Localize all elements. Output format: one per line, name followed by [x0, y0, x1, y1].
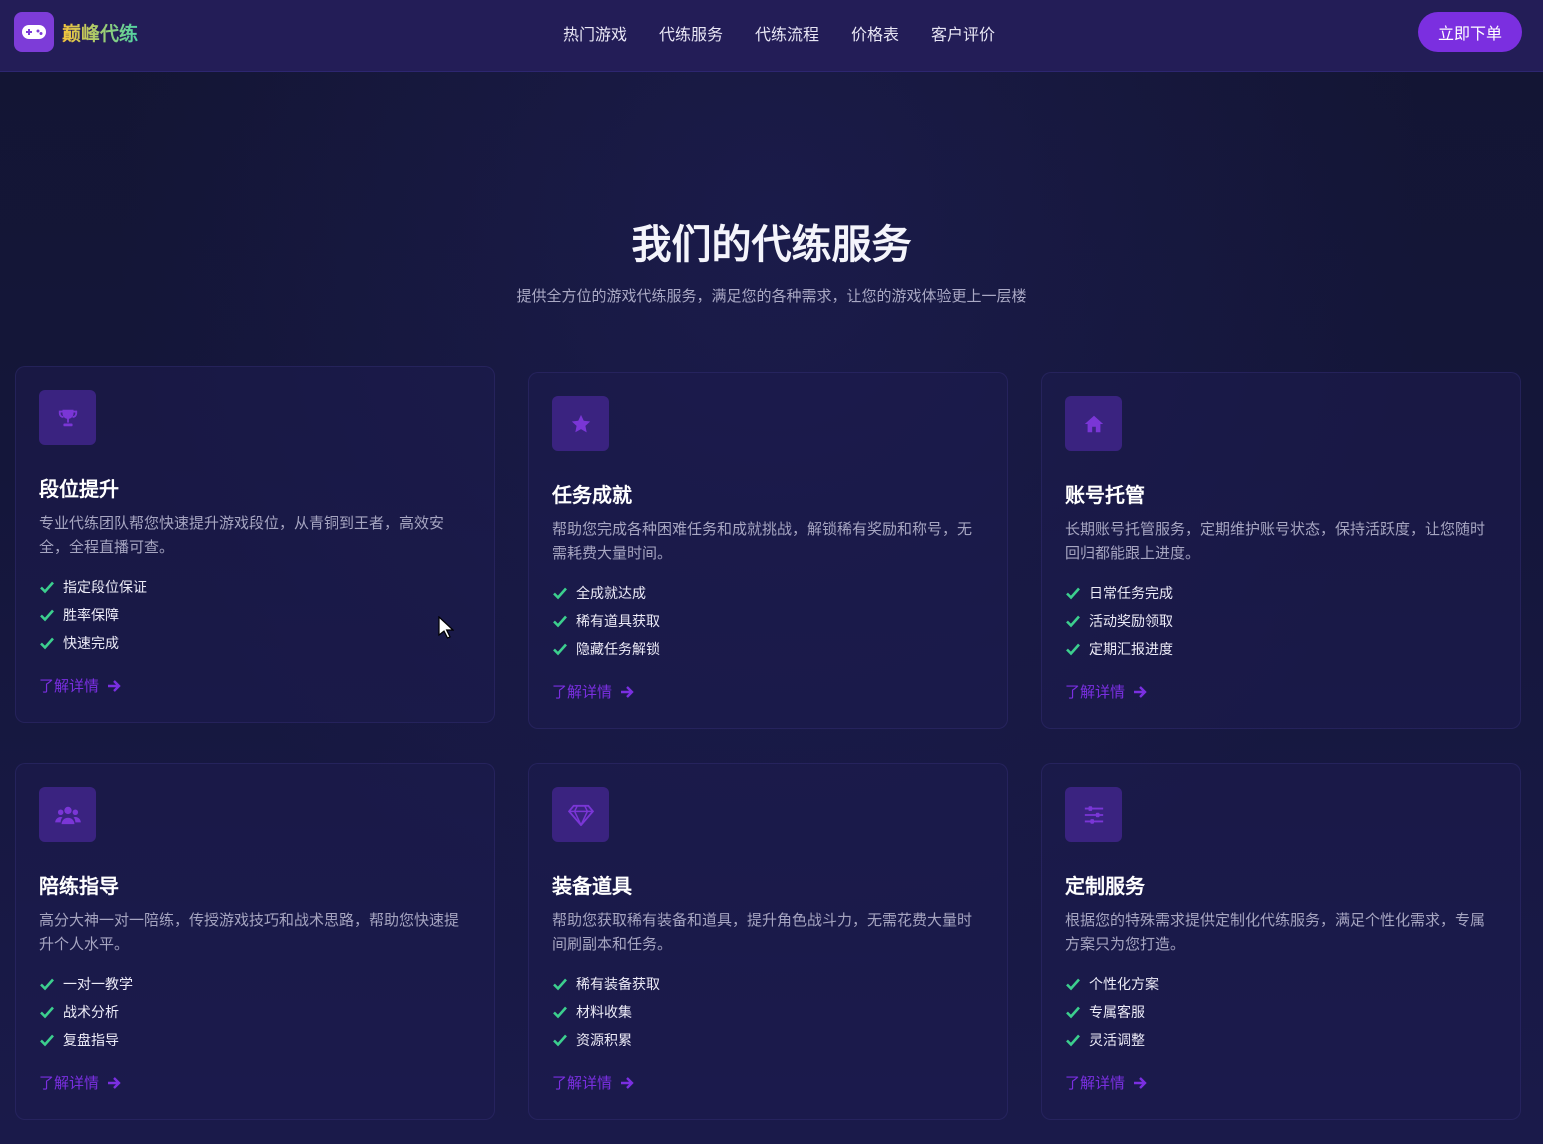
- learn-more-link[interactable]: 了解详情: [552, 681, 634, 702]
- feature-item: 活动奖励领取: [1065, 607, 1173, 635]
- feature-list: 指定段位保证 胜率保障 快速完成: [39, 573, 147, 657]
- nav-item-pricing[interactable]: 价格表: [851, 21, 899, 45]
- feature-item: 灵活调整: [1065, 1026, 1159, 1054]
- feature-item: 全成就达成: [552, 579, 660, 607]
- order-now-button[interactable]: 立即下单: [1418, 12, 1522, 52]
- service-title: 任务成就: [552, 483, 632, 507]
- service-description: 专业代练团队帮您快速提升游戏段位，从青铜到王者，高效安全，全程直播可查。: [39, 514, 445, 556]
- service-title: 陪练指导: [39, 874, 119, 898]
- service-card-coaching: 陪练指导 高分大神一对一陪练，传授游戏技巧和战术思路，帮助您快速提升个人水平。 …: [15, 763, 495, 1120]
- feature-item: 稀有道具获取: [552, 607, 660, 635]
- feature-item: 一对一教学: [39, 970, 133, 998]
- arrow-right-icon: [1133, 685, 1147, 699]
- section-title: 我们的代练服务: [631, 222, 912, 268]
- service-description: 根据您的特殊需求提供定制化代练服务，满足个性化需求，专属方案只为您打造。: [1065, 911, 1486, 953]
- check-icon: [39, 976, 55, 992]
- feature-item: 快速完成: [39, 629, 147, 657]
- check-icon: [552, 613, 568, 629]
- check-icon: [1065, 641, 1081, 657]
- check-icon: [1065, 585, 1081, 601]
- check-icon: [552, 1004, 568, 1020]
- check-icon: [552, 585, 568, 601]
- nav-item-services[interactable]: 代练服务: [659, 21, 723, 45]
- feature-list: 全成就达成 稀有道具获取 隐藏任务解锁: [552, 579, 660, 663]
- nav-item-reviews[interactable]: 客户评价: [931, 21, 995, 45]
- service-title: 段位提升: [39, 477, 119, 501]
- section-subtitle: 提供全方位的游戏代练服务，满足您的各种需求，让您的游戏体验更上一层楼: [516, 287, 1027, 305]
- sliders-icon: [1084, 805, 1103, 824]
- service-card-gear: 装备道具 帮助您获取稀有装备和道具，提升角色战斗力，无需花费大量时间刷副本和任务…: [528, 763, 1008, 1120]
- users-icon: [54, 806, 81, 824]
- check-icon: [39, 579, 55, 595]
- gem-icon: [567, 804, 594, 826]
- service-description: 高分大神一对一陪练，传授游戏技巧和战术思路，帮助您快速提升个人水平。: [39, 911, 460, 953]
- home-icon: [1084, 415, 1103, 432]
- learn-more-link[interactable]: 了解详情: [39, 675, 121, 696]
- feature-list: 日常任务完成 活动奖励领取 定期汇报进度: [1065, 579, 1173, 663]
- check-icon: [552, 1032, 568, 1048]
- service-card-custom: 定制服务 根据您的特殊需求提供定制化代练服务，满足个性化需求，专属方案只为您打造…: [1041, 763, 1521, 1120]
- main-menu: 热门游戏 代练服务 代练流程 价格表 客户评价: [0, 21, 1543, 45]
- feature-item: 稀有装备获取: [552, 970, 660, 998]
- arrow-right-icon: [620, 685, 634, 699]
- check-icon: [552, 641, 568, 657]
- check-icon: [39, 607, 55, 623]
- learn-more-link[interactable]: 了解详情: [1065, 1072, 1147, 1093]
- star-icon: [571, 414, 590, 432]
- feature-item: 指定段位保证: [39, 573, 147, 601]
- check-icon: [1065, 613, 1081, 629]
- feature-item: 隐藏任务解锁: [552, 635, 660, 663]
- mouse-cursor-icon: [438, 616, 454, 639]
- learn-more-link[interactable]: 了解详情: [1065, 681, 1147, 702]
- arrow-right-icon: [1133, 1076, 1147, 1090]
- check-icon: [1065, 1032, 1081, 1048]
- service-card-account-hosting: 账号托管 长期账号托管服务，定期维护账号状态，保持活跃度，让您随时回归都能跟上进…: [1041, 372, 1521, 729]
- check-icon: [552, 976, 568, 992]
- service-title: 账号托管: [1065, 483, 1145, 507]
- check-icon: [39, 1004, 55, 1020]
- service-description: 帮助您获取稀有装备和道具，提升角色战斗力，无需花费大量时间刷副本和任务。: [552, 911, 973, 953]
- arrow-right-icon: [107, 1076, 121, 1090]
- trophy-icon: [58, 409, 77, 426]
- check-icon: [39, 1032, 55, 1048]
- feature-item: 定期汇报进度: [1065, 635, 1173, 663]
- service-card-achievements: 任务成就 帮助您完成各种困难任务和成就挑战，解锁稀有奖励和称号，无需耗费大量时间…: [528, 372, 1008, 729]
- feature-list: 稀有装备获取 材料收集 资源积累: [552, 970, 660, 1054]
- arrow-right-icon: [107, 679, 121, 693]
- check-icon: [1065, 976, 1081, 992]
- feature-item: 复盘指导: [39, 1026, 133, 1054]
- service-description: 帮助您完成各种困难任务和成就挑战，解锁稀有奖励和称号，无需耗费大量时间。: [552, 520, 973, 562]
- feature-item: 材料收集: [552, 998, 660, 1026]
- feature-item: 战术分析: [39, 998, 133, 1026]
- feature-item: 胜率保障: [39, 601, 147, 629]
- nav-item-process[interactable]: 代练流程: [755, 21, 819, 45]
- feature-list: 个性化方案 专属客服 灵活调整: [1065, 970, 1159, 1054]
- nav-item-hot-games[interactable]: 热门游戏: [563, 21, 627, 45]
- top-navbar: 巅峰代练 热门游戏 代练服务 代练流程 价格表 客户评价 立即下单: [0, 0, 1543, 72]
- service-title: 定制服务: [1065, 874, 1145, 898]
- feature-list: 一对一教学 战术分析 复盘指导: [39, 970, 133, 1054]
- check-icon: [1065, 1004, 1081, 1020]
- learn-more-link[interactable]: 了解详情: [552, 1072, 634, 1093]
- feature-item: 专属客服: [1065, 998, 1159, 1026]
- feature-item: 资源积累: [552, 1026, 660, 1054]
- service-description: 长期账号托管服务，定期维护账号状态，保持活跃度，让您随时回归都能跟上进度。: [1065, 520, 1486, 562]
- learn-more-link[interactable]: 了解详情: [39, 1072, 121, 1093]
- service-title: 装备道具: [552, 874, 632, 898]
- check-icon: [39, 635, 55, 651]
- service-card-rank-boost: 段位提升 专业代练团队帮您快速提升游戏段位，从青铜到王者，高效安全，全程直播可查…: [15, 366, 495, 723]
- arrow-right-icon: [620, 1076, 634, 1090]
- feature-item: 日常任务完成: [1065, 579, 1173, 607]
- feature-item: 个性化方案: [1065, 970, 1159, 998]
